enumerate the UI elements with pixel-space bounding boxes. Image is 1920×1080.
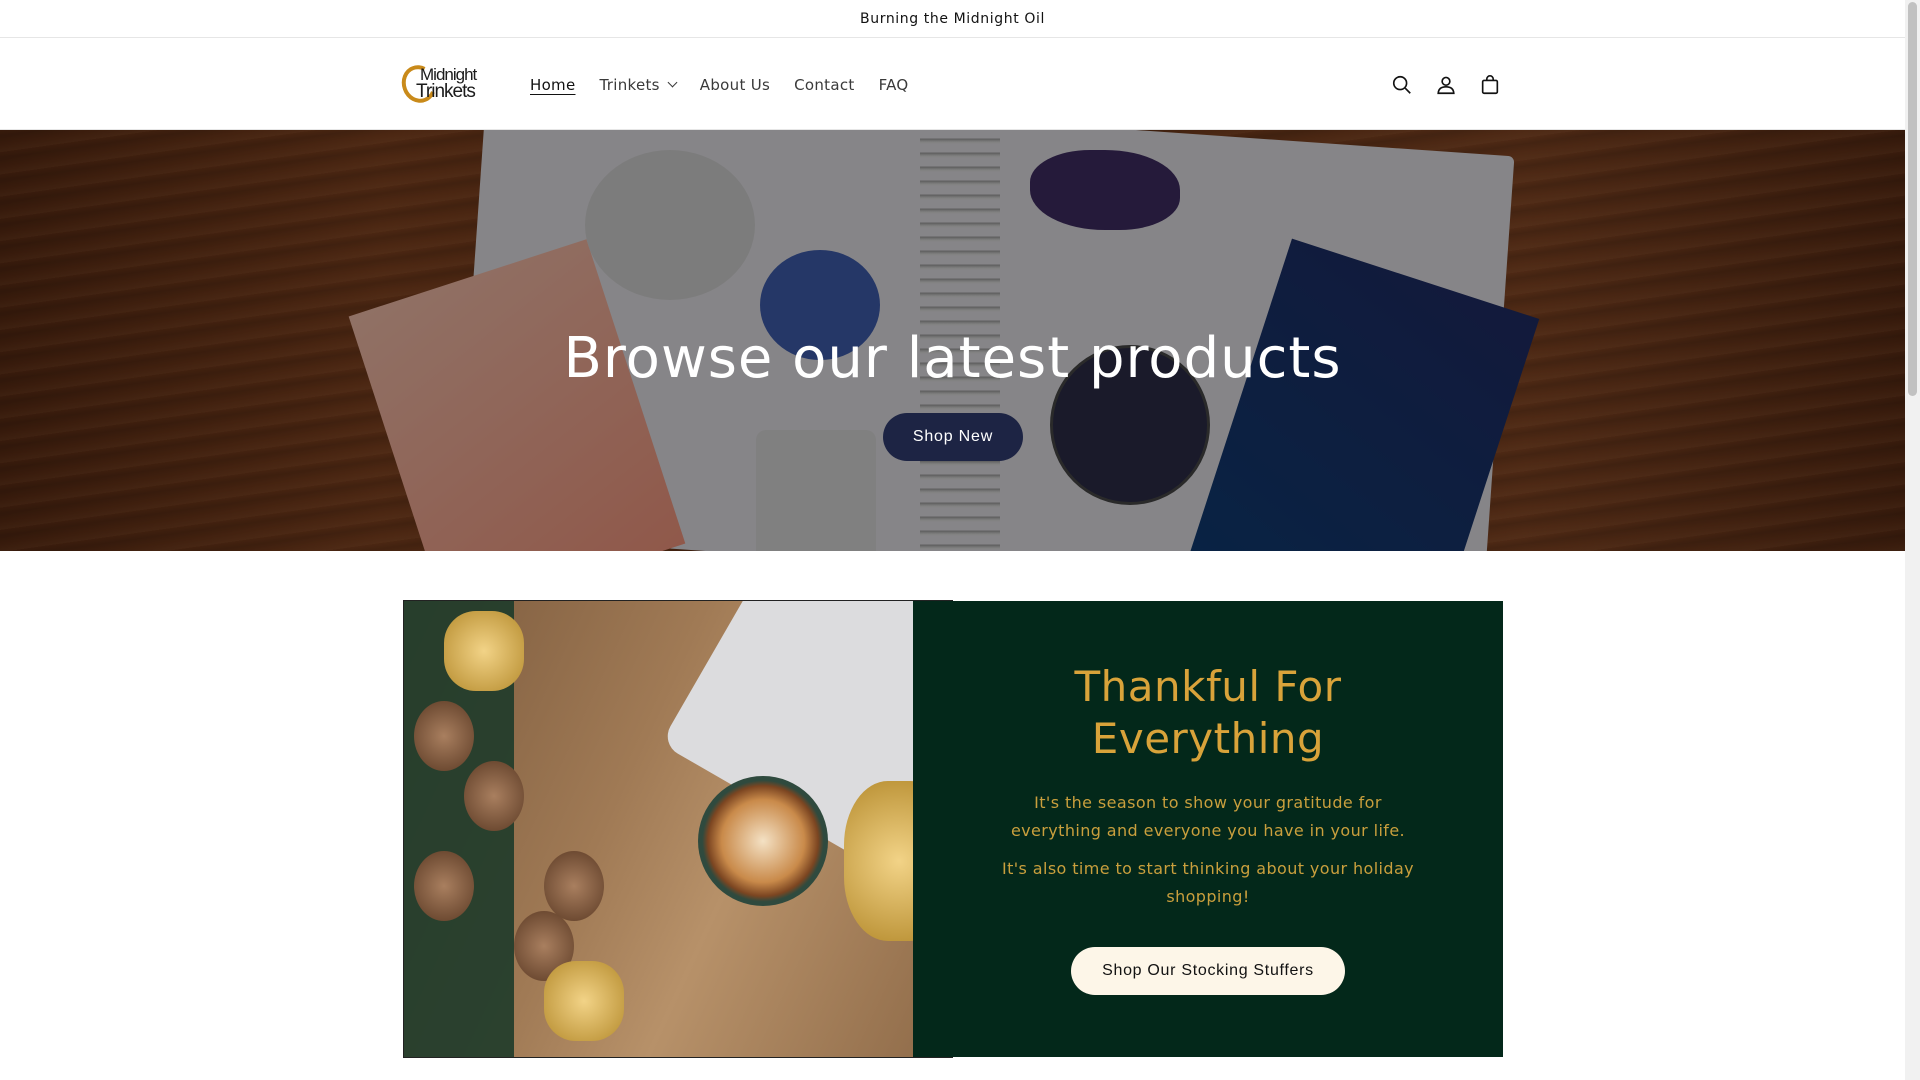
shop-stocking-stuffers-button[interactable]: Shop Our Stocking Stuffers bbox=[1071, 947, 1345, 995]
chevron-down-icon bbox=[667, 77, 678, 88]
hero-banner: Browse our latest products bbox=[0, 130, 1905, 551]
announcement-bar: Burning the Midnight Oil bbox=[0, 0, 1905, 38]
nav-contact[interactable]: Contact bbox=[794, 76, 854, 94]
logo-wordmark: Midnight Trinkets bbox=[416, 66, 477, 101]
nav-trinkets-label: Trinkets bbox=[599, 75, 660, 94]
nav-home[interactable]: Home bbox=[530, 76, 576, 94]
site-header: Midnight Trinkets Home Trinkets About Us… bbox=[0, 39, 1905, 130]
feature-title: Thankful For Everything bbox=[1074, 662, 1342, 763]
cart-icon bbox=[1481, 74, 1499, 94]
account-icon bbox=[1437, 76, 1455, 94]
feature-panel: Thankful For Everything It's the season … bbox=[913, 601, 1503, 1057]
hero-title: Browse our latest products bbox=[563, 326, 1342, 391]
feature-paragraph-2: It's also time to start thinking about y… bbox=[1001, 859, 1415, 906]
feature-image bbox=[403, 600, 953, 1058]
search-icon bbox=[1392, 75, 1411, 94]
nav-about-us[interactable]: About Us bbox=[700, 76, 770, 94]
scrollbar-thumb[interactable] bbox=[1908, 2, 1917, 396]
pinecone-image bbox=[414, 701, 474, 771]
logo-line-2: Trinkets bbox=[416, 81, 476, 102]
account-button[interactable] bbox=[1424, 63, 1468, 107]
pinecone-image bbox=[544, 851, 604, 921]
gold-bow-image bbox=[544, 961, 624, 1041]
gold-bow-image bbox=[444, 611, 524, 691]
search-button[interactable] bbox=[1380, 63, 1424, 107]
feature-paragraph-1: It's the season to show your gratitude f… bbox=[1010, 793, 1406, 840]
announcement-text: Burning the Midnight Oil bbox=[860, 10, 1045, 27]
nav-faq[interactable]: FAQ bbox=[879, 76, 909, 94]
nav-trinkets[interactable]: Trinkets bbox=[599, 75, 678, 94]
cart-button[interactable] bbox=[1468, 63, 1512, 107]
site-logo[interactable]: Midnight Trinkets bbox=[396, 60, 506, 108]
pinecone-image bbox=[414, 851, 474, 921]
coffee-mug-image bbox=[698, 776, 828, 906]
shop-new-button[interactable]: Shop New bbox=[883, 413, 1023, 461]
header-icons bbox=[1380, 39, 1512, 130]
pinecone-image bbox=[464, 761, 524, 831]
page-scrollbar[interactable] bbox=[1905, 0, 1920, 1080]
main-nav: Home Trinkets About Us Contact FAQ bbox=[530, 39, 933, 130]
